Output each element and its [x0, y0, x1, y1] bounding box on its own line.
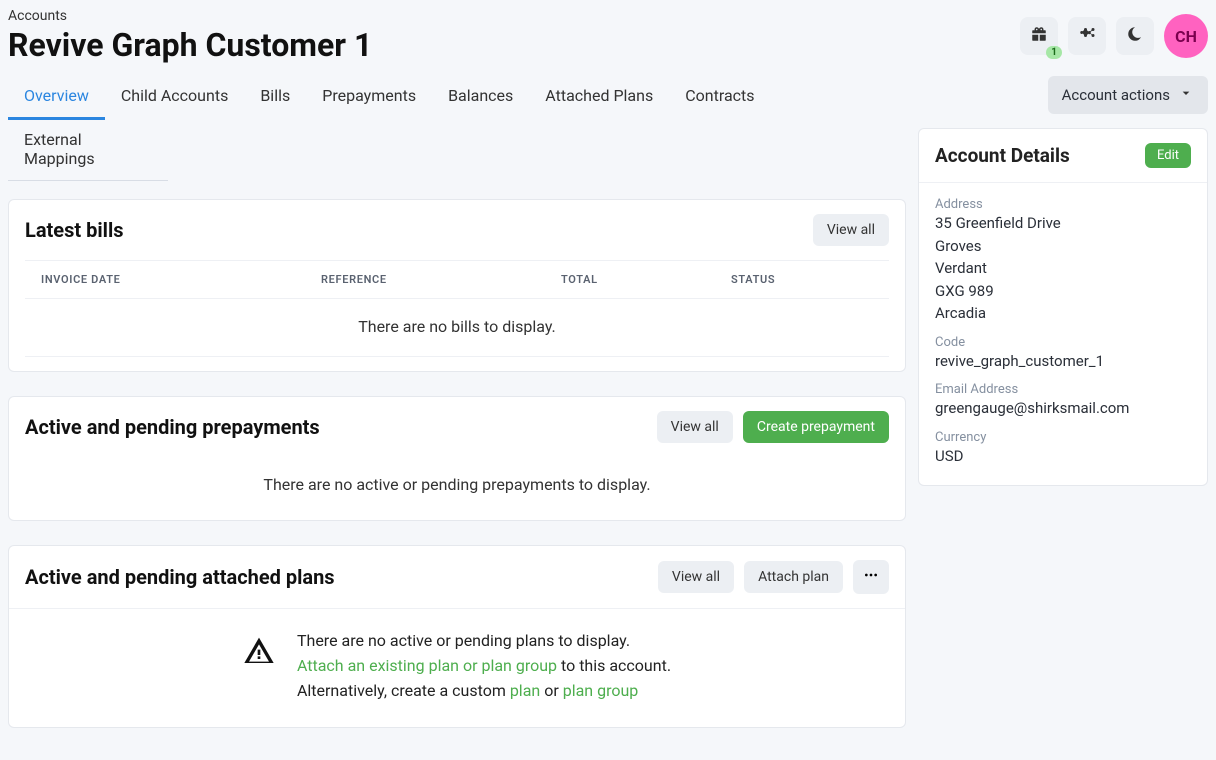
address-label: Address	[935, 197, 1191, 212]
prepayments-view-all-button[interactable]: View all	[657, 411, 733, 443]
account-details-card: Account Details Edit Address 35 Greenfie…	[918, 128, 1208, 486]
address-line-4: GXG 989	[935, 280, 1191, 303]
address-line-3: Verdant	[935, 257, 1191, 280]
edit-account-button[interactable]: Edit	[1145, 143, 1191, 168]
account-actions-button[interactable]: Account actions	[1048, 76, 1208, 114]
col-reference: REFERENCE	[321, 273, 561, 286]
tab-balances[interactable]: Balances	[432, 76, 529, 120]
create-plan-link[interactable]: plan	[510, 681, 540, 700]
header-left: Accounts Revive Graph Customer 1	[8, 8, 372, 64]
plans-empty-line1: There are no active or pending plans to …	[297, 629, 671, 654]
col-invoice-date: INVOICE DATE	[41, 273, 321, 286]
email-label: Email Address	[935, 382, 1191, 397]
plans-alt-prefix: Alternatively, create a custom	[297, 681, 510, 700]
address-line-1: 35 Greenfield Drive	[935, 212, 1191, 235]
attach-plan-button[interactable]: Attach plan	[744, 561, 843, 593]
attached-plans-empty: There are no active or pending plans to …	[9, 608, 905, 727]
address-line-2: Groves	[935, 235, 1191, 258]
latest-bills-empty: There are no bills to display.	[25, 299, 889, 357]
prepayments-empty: There are no active or pending prepaymen…	[9, 457, 905, 520]
plans-empty-suffix: to this account.	[557, 656, 671, 675]
col-status: STATUS	[731, 273, 873, 286]
ellipsis-icon	[863, 567, 879, 587]
latest-bills-table-header: INVOICE DATE REFERENCE TOTAL STATUS	[25, 260, 889, 299]
gift-badge: 1	[1046, 46, 1062, 59]
account-actions-label: Account actions	[1062, 86, 1170, 104]
tab-attached-plans[interactable]: Attached Plans	[529, 76, 669, 120]
tab-contracts[interactable]: Contracts	[669, 76, 770, 120]
page-header: Accounts Revive Graph Customer 1 1 CH	[8, 8, 1208, 76]
email-value: greengauge@shirksmail.com	[935, 397, 1191, 420]
chevron-down-icon	[1178, 85, 1194, 105]
latest-bills-title: Latest bills	[25, 218, 124, 242]
latest-bills-card: Latest bills View all INVOICE DATE REFER…	[8, 199, 906, 372]
warning-icon	[243, 635, 275, 667]
attached-plans-title: Active and pending attached plans	[25, 565, 335, 589]
currency-value: USD	[935, 445, 1191, 468]
attached-plans-more-button[interactable]	[853, 560, 889, 594]
create-prepayment-button[interactable]: Create prepayment	[743, 411, 889, 443]
attach-existing-plan-link[interactable]: Attach an existing plan or plan group	[297, 656, 557, 675]
tab-overview[interactable]: Overview	[8, 76, 105, 120]
breadcrumb[interactable]: Accounts	[8, 8, 372, 24]
tab-external-mappings[interactable]: External Mappings	[8, 120, 168, 181]
header-right: 1 CH	[1020, 8, 1208, 58]
attached-plans-card: Active and pending attached plans View a…	[8, 545, 906, 728]
attached-plans-view-all-button[interactable]: View all	[658, 561, 734, 593]
col-total: TOTAL	[561, 273, 731, 286]
prepayments-title: Active and pending prepayments	[25, 415, 320, 439]
latest-bills-view-all-button[interactable]: View all	[813, 214, 889, 246]
tab-child-accounts[interactable]: Child Accounts	[105, 76, 244, 120]
tabs: Overview Child Accounts Bills Prepayment…	[8, 76, 906, 181]
prepayments-card: Active and pending prepayments View all …	[8, 396, 906, 521]
plans-alt-or: or	[540, 681, 562, 700]
tab-prepayments[interactable]: Prepayments	[306, 76, 432, 120]
currency-label: Currency	[935, 430, 1191, 445]
create-plan-group-link[interactable]: plan group	[563, 681, 639, 700]
theme-toggle-button[interactable]	[1116, 17, 1154, 55]
gift-button[interactable]: 1	[1020, 17, 1058, 55]
gear-icon	[1078, 25, 1096, 47]
settings-button[interactable]	[1068, 17, 1106, 55]
gift-icon	[1030, 25, 1048, 47]
avatar[interactable]: CH	[1164, 14, 1208, 58]
page-title: Revive Graph Customer 1	[8, 26, 372, 64]
address-line-5: Arcadia	[935, 302, 1191, 325]
tab-bills[interactable]: Bills	[244, 76, 306, 120]
account-details-title: Account Details	[935, 144, 1070, 167]
code-value: revive_graph_customer_1	[935, 350, 1191, 373]
code-label: Code	[935, 335, 1191, 350]
moon-icon	[1126, 25, 1144, 47]
